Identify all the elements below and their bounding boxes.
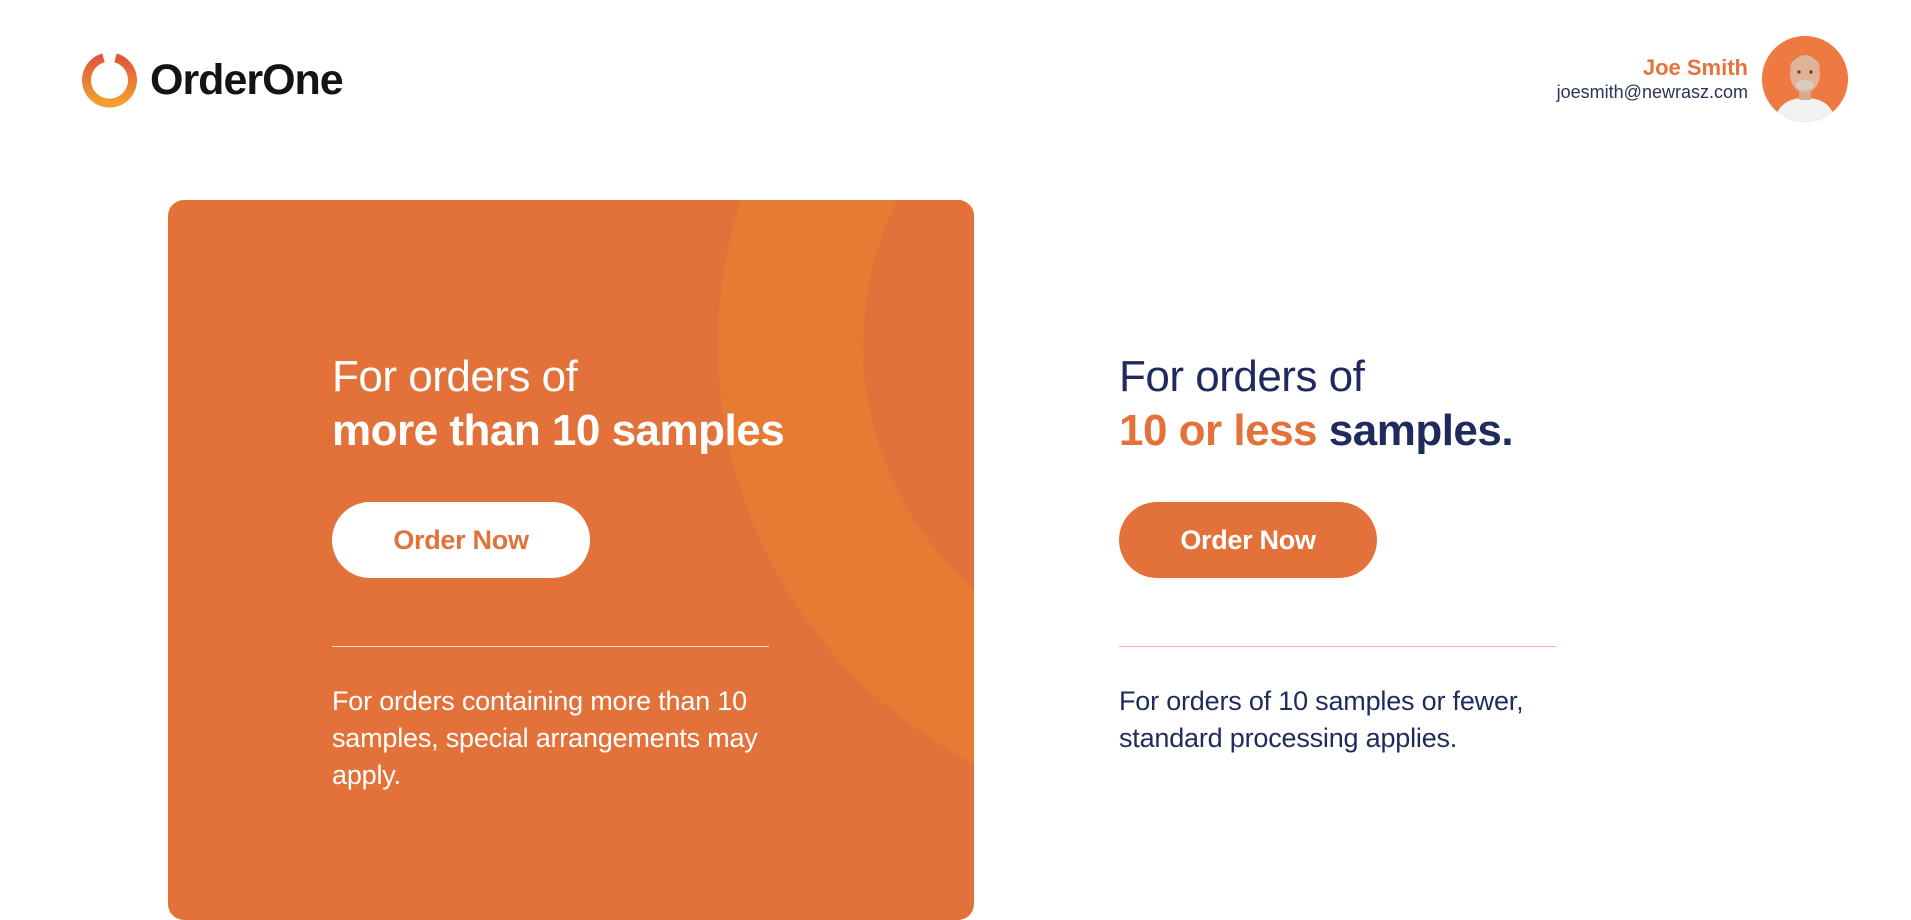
small-order-heading-rest: samples. xyxy=(1317,406,1514,455)
small-order-description: For orders of 10 samples or fewer, stand… xyxy=(1119,686,1524,753)
small-order-now-button[interactable]: Order Now xyxy=(1119,502,1377,578)
large-order-heading-line2: more than 10 samples xyxy=(332,406,785,455)
user-name: Joe Smith xyxy=(1642,55,1748,80)
logo-ring-icon xyxy=(82,53,137,108)
large-order-heading-line1: For orders of xyxy=(332,352,578,401)
header: OrderOne Joe Smith joesmith@newrasz.com xyxy=(0,0,1911,160)
user-info: Joe Smith joesmith@newrasz.com xyxy=(1557,55,1748,103)
large-order-content: For orders of more than 10 samples Order… xyxy=(332,350,812,794)
small-order-heading-highlight: 10 or less xyxy=(1119,406,1318,455)
user-profile[interactable]: Joe Smith joesmith@newrasz.com xyxy=(1557,36,1848,122)
avatar[interactable] xyxy=(1762,36,1848,122)
user-email: joesmith@newrasz.com xyxy=(1556,82,1748,102)
small-order-heading-line2: 10 or less samples. xyxy=(1119,404,1599,458)
small-order-card: For orders of 10 or less samples. Order … xyxy=(1119,350,1599,757)
small-order-heading-line1: For orders of xyxy=(1119,352,1365,401)
logo-text: OrderOne xyxy=(150,55,344,104)
large-order-divider xyxy=(332,646,769,647)
logo[interactable]: OrderOne xyxy=(80,50,344,110)
large-order-now-button[interactable]: Order Now xyxy=(332,502,590,578)
large-order-card: For orders of more than 10 samples Order… xyxy=(168,200,974,920)
large-order-description: For orders containing more than 10 sampl… xyxy=(332,686,758,790)
small-order-divider xyxy=(1119,646,1556,647)
